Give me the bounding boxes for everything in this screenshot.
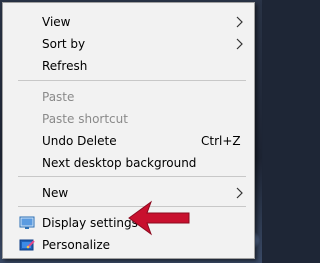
- menu-item-paste-shortcut[interactable]: Paste shortcut: [4, 108, 253, 130]
- menu-item-view[interactable]: View: [4, 11, 253, 33]
- menu-item-undo-delete-shortcut: Ctrl+Z: [201, 134, 241, 148]
- menu-item-personalize-label: Personalize: [42, 238, 111, 252]
- menu-item-undo-delete-label: Undo Delete: [42, 134, 117, 148]
- menu-item-new-label: New: [42, 186, 69, 200]
- menu-item-paste-shortcut-label: Paste shortcut: [42, 112, 128, 126]
- menu-item-display-settings-label: Display settings: [42, 216, 138, 230]
- menu-item-refresh[interactable]: Refresh: [4, 55, 253, 77]
- menu-item-refresh-label: Refresh: [42, 59, 88, 73]
- chevron-right-icon: [236, 187, 243, 199]
- menu-item-paste-label: Paste: [42, 90, 75, 104]
- menu-separator: [18, 80, 246, 81]
- chevron-right-icon: [236, 16, 243, 28]
- menu-item-paste[interactable]: Paste: [4, 86, 253, 108]
- menu-item-view-label: View: [42, 15, 71, 29]
- menu-separator: [18, 176, 246, 177]
- red-arrow-icon: [128, 200, 190, 236]
- personalize-icon: [19, 239, 35, 251]
- menu-item-next-desktop-background[interactable]: Next desktop background: [4, 152, 253, 174]
- monitor-icon: [19, 216, 35, 229]
- menu-item-sort-by[interactable]: Sort by: [4, 33, 253, 55]
- menu-item-next-desktop-background-label: Next desktop background: [42, 156, 197, 170]
- menu-item-sort-by-label: Sort by: [42, 37, 86, 51]
- chevron-right-icon: [236, 38, 243, 50]
- menu-item-undo-delete[interactable]: Undo Delete Ctrl+Z: [4, 130, 253, 152]
